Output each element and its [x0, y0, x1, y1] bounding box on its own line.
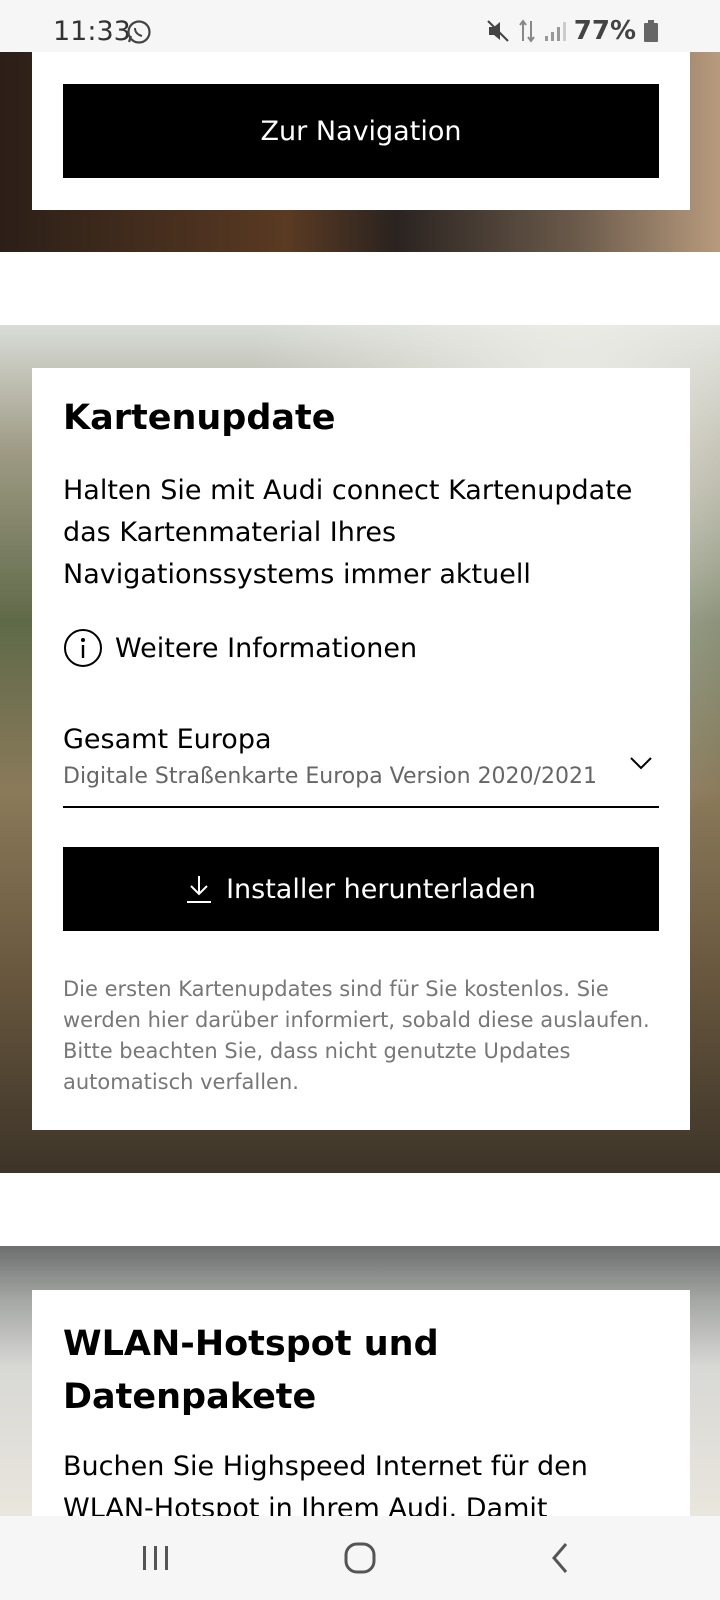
signal-icon [544, 22, 566, 41]
download-installer-label: Installer herunterladen [226, 873, 536, 905]
wlan-title: WLAN-Hotspot und Datenpakete [63, 1324, 439, 1417]
to-navigation-label: Zur Navigation [260, 115, 462, 147]
battery-icon [644, 20, 658, 42]
map-update-title: Kartenupdate [63, 398, 336, 438]
back-icon [552, 1543, 568, 1573]
home-button[interactable] [300, 1516, 420, 1600]
system-navigation-bar [0, 1516, 720, 1600]
more-information-link[interactable]: Weitere Informationen [63, 628, 417, 668]
mute-icon [487, 20, 509, 42]
battery-percentage: 77% [573, 16, 636, 46]
whatsapp-icon [127, 20, 151, 44]
back-button[interactable] [500, 1516, 620, 1600]
status-icons: 77% [486, 16, 658, 46]
status-bar: 11:33 77% [0, 0, 720, 52]
region-select[interactable]: Gesamt Europa Digitale Straßenkarte Euro… [63, 720, 659, 808]
recents-button[interactable] [96, 1516, 216, 1600]
download-icon [187, 876, 212, 903]
home-icon [344, 1542, 376, 1574]
chevron-down-icon [630, 757, 652, 770]
download-installer-button[interactable]: Installer herunterladen [63, 847, 659, 931]
data-arrows-icon [518, 19, 535, 43]
more-information-label: Weitere Informationen [115, 632, 418, 664]
region-select-value: Gesamt Europa [63, 724, 272, 755]
map-update-description: Halten Sie mit Audi connect Kartenupdate… [63, 475, 633, 590]
status-time: 11:33 [53, 16, 131, 47]
free-updates-notice: Die ersten Kartenupdates sind für Sie ko… [63, 977, 650, 1094]
region-select-subtext: Digitale Straßenkarte Europa Version 202… [63, 764, 597, 789]
to-navigation-button[interactable]: Zur Navigation [63, 84, 659, 178]
info-icon [64, 629, 102, 667]
recents-icon [143, 1546, 168, 1570]
